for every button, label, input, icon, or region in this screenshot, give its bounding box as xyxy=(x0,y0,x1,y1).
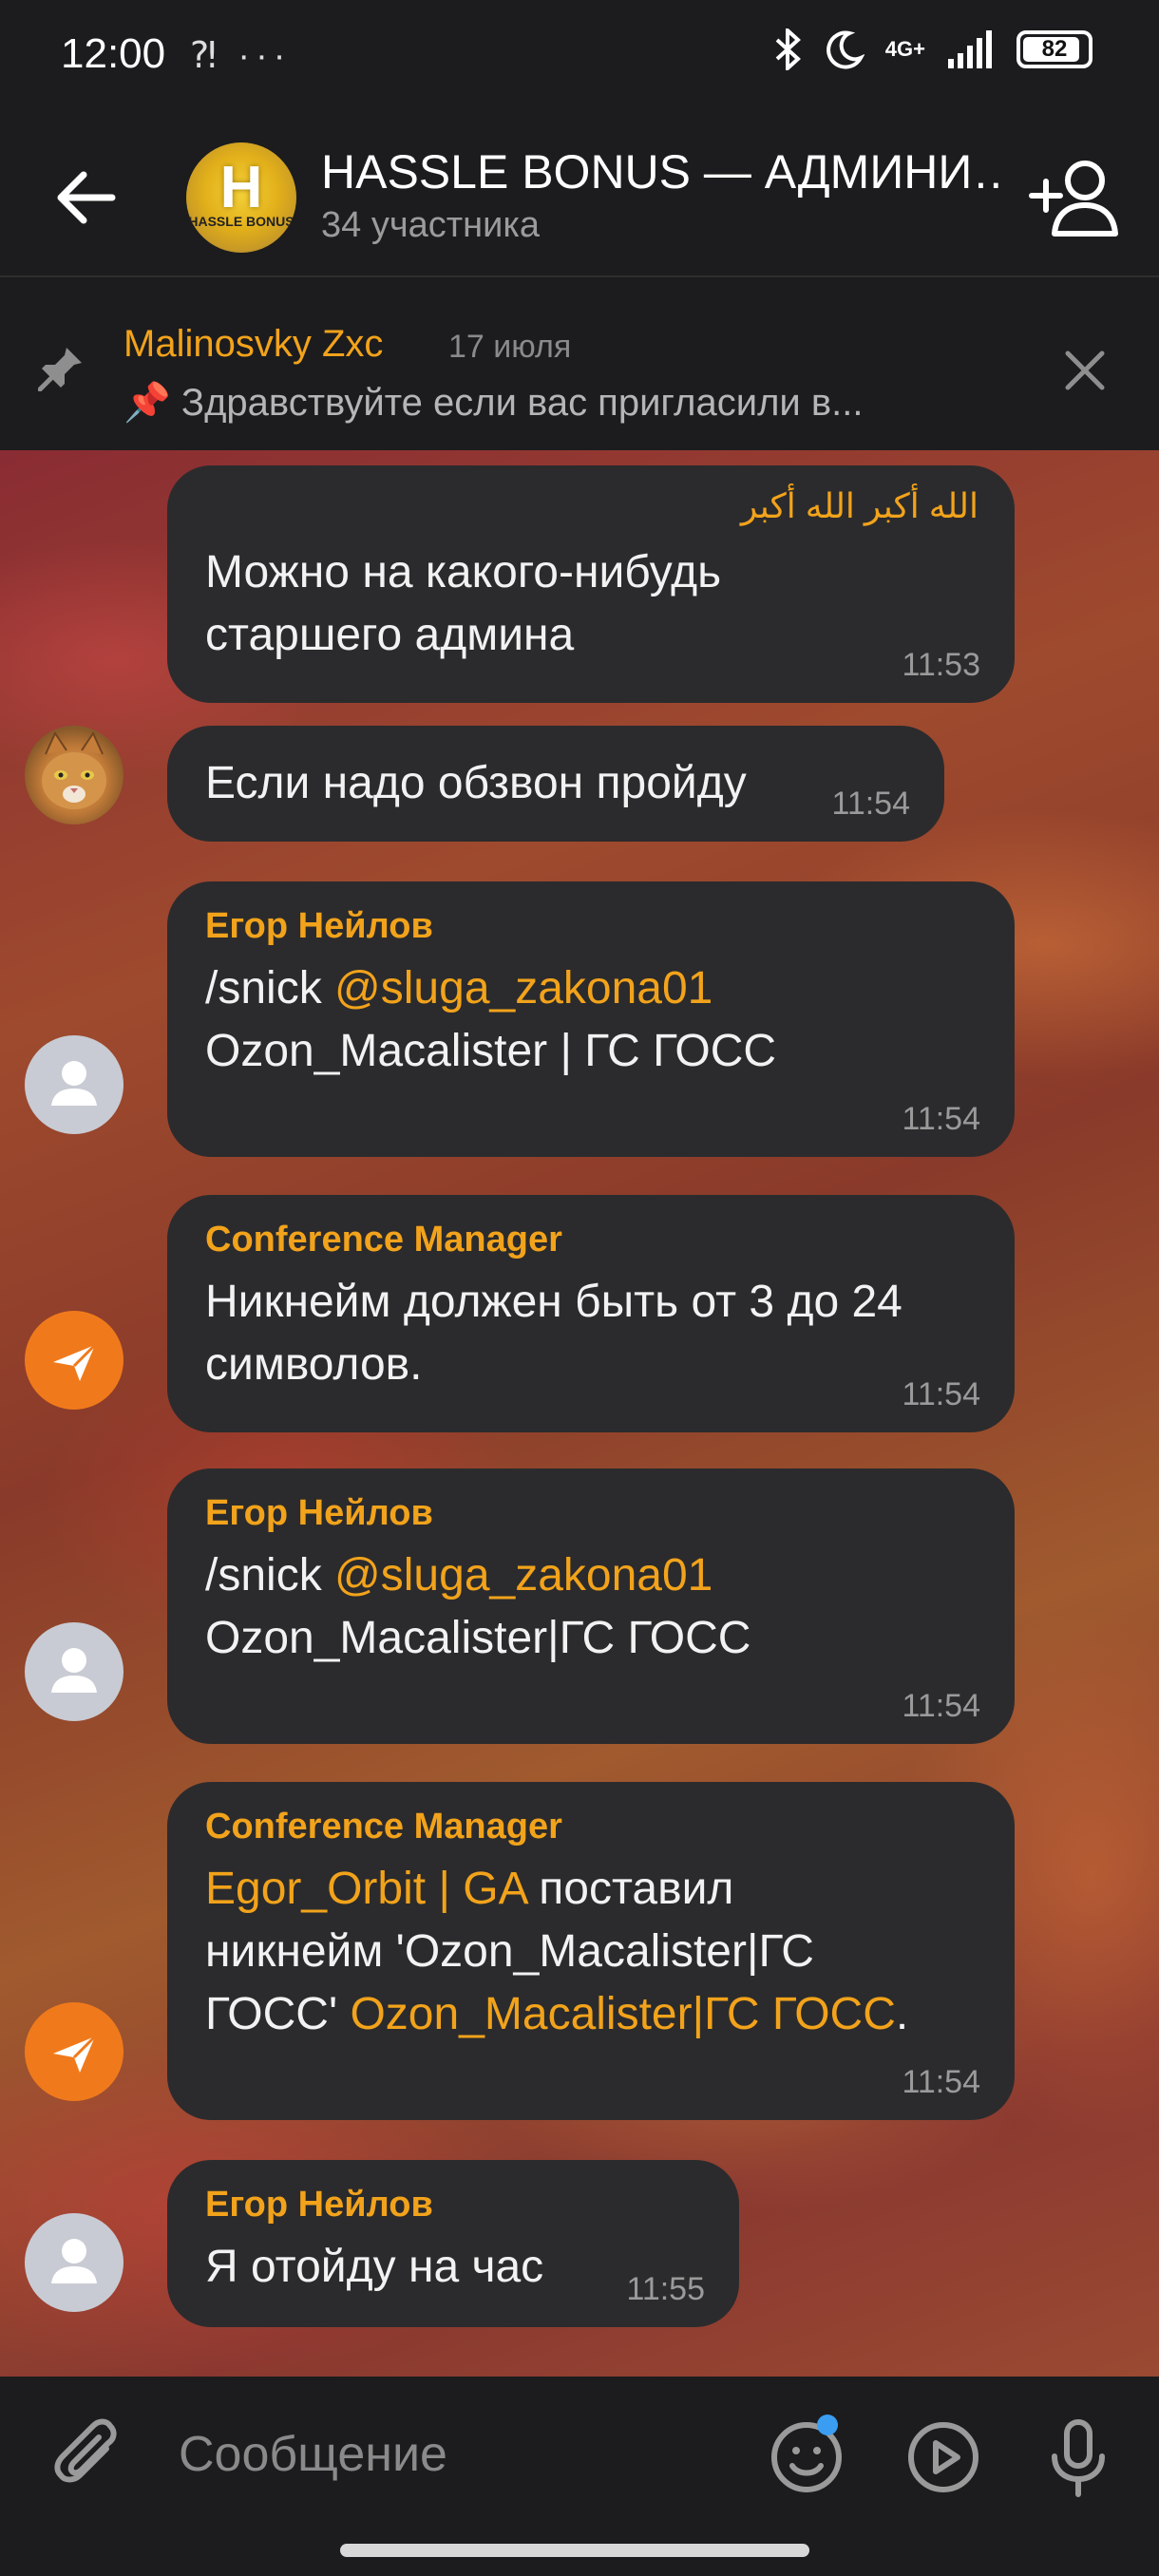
pinned-message-bar[interactable]: Malinosvky Zxc 17 июля 📌 Здравствуйте ес… xyxy=(0,275,1159,450)
moon-icon xyxy=(826,30,864,69)
microphone-icon[interactable] xyxy=(1036,2415,1121,2500)
message-bubble[interactable]: Егор Нейлов /snick @sluga_zakona01 Ozon_… xyxy=(167,1468,1015,1744)
message-line: Ozon_Macalister|ГС ГОСС xyxy=(205,1613,751,1663)
notification-dot xyxy=(817,2415,838,2435)
chat-header: H HASSLE BONUS HASSLE BONUS — АДМИНИ… 34… xyxy=(0,114,1159,275)
message-time: 11:54 xyxy=(902,1101,980,1137)
message-text: Никнейм должен быть от 3 до 24 символов. xyxy=(205,1271,902,1396)
bluetooth-icon xyxy=(775,28,801,70)
message-line: Можно на какого-нибудь xyxy=(205,547,722,597)
message-sender: الله أكبر الله أكبر xyxy=(740,486,978,525)
chat-title[interactable]: HASSLE BONUS — АДМИНИ… xyxy=(321,144,1005,199)
add-member-icon[interactable] xyxy=(1028,154,1119,239)
message-line: символов. xyxy=(205,1339,423,1390)
user-silhouette-icon xyxy=(51,2239,97,2283)
message-line: Никнейм должен быть от 3 до 24 xyxy=(205,1277,902,1327)
user-link[interactable]: Egor_Orbit | GA xyxy=(205,1864,526,1914)
paper-plane-icon xyxy=(53,1343,97,1381)
network-type: 4G+ xyxy=(884,37,925,61)
message-time: 11:53 xyxy=(902,647,980,683)
message-fragment: поставил xyxy=(525,1864,734,1914)
group-avatar[interactable]: H HASSLE BONUS xyxy=(186,142,296,253)
message-line: никнейм 'Ozon_Macalister|ГС xyxy=(205,1926,814,1977)
message-sender: Conference Manager xyxy=(205,1807,562,1847)
user-silhouette-icon xyxy=(51,1648,97,1693)
message-text: Если надо обзвон пройду xyxy=(205,758,747,808)
message-input[interactable]: Сообщение xyxy=(179,2426,447,2483)
user-silhouette-icon xyxy=(51,1061,97,1106)
group-avatar-letter: H xyxy=(219,155,263,220)
message-text: Я отойду на час xyxy=(205,2242,544,2292)
message-composer: Сообщение xyxy=(0,2377,1159,2576)
message-time: 11:54 xyxy=(902,1688,980,1724)
message-bubble[interactable]: الله أكبر الله أكبر Можно на какого-нибу… xyxy=(167,465,1015,703)
message-sender: Conference Manager xyxy=(205,1220,562,1260)
message-text: /snick @sluga_zakona01 Ozon_Macalister|Г… xyxy=(205,1544,750,1670)
battery-icon: 82 xyxy=(1016,30,1092,68)
mention-link[interactable]: @sluga_zakona01 xyxy=(334,1550,712,1601)
message-bubble[interactable]: Егор Нейлов /snick @sluga_zakona01 Ozon_… xyxy=(167,881,1015,1157)
member-count: 34 участника xyxy=(321,205,540,245)
status-right: 4G+ 82 xyxy=(773,28,1092,70)
avatar[interactable] xyxy=(25,1311,124,1410)
status-bar: 12:00 ⁈ ··· 4G+ 82 xyxy=(0,0,1159,114)
paper-plane-icon xyxy=(53,2035,97,2073)
message-time: 11:54 xyxy=(902,2064,980,2100)
close-icon[interactable] xyxy=(1058,344,1112,397)
message-text: Egor_Orbit | GA поставил никнейм 'Ozon_M… xyxy=(205,1858,908,2046)
signal-icon xyxy=(948,30,992,68)
message-time: 11:55 xyxy=(626,2271,705,2307)
pinned-text: 📌 Здравствуйте если вас пригласили в... xyxy=(124,382,864,424)
message-bubble[interactable]: Егор Нейлов Я отойду на час 11:55 xyxy=(167,2160,739,2327)
pinned-author: Malinosvky Zxc xyxy=(124,323,384,365)
message-line: Ozon_Macalister | ГС ГОСС xyxy=(205,1026,777,1076)
message-fragment: ГОСС' xyxy=(205,1989,351,2039)
message-time: 11:54 xyxy=(831,786,910,822)
message-bubble[interactable]: Conference Manager Никнейм должен быть о… xyxy=(167,1195,1015,1432)
command-text: /snick xyxy=(205,963,335,1013)
pinned-date: 17 июля xyxy=(448,329,572,365)
message-bubble[interactable]: Conference Manager Egor_Orbit | GA поста… xyxy=(167,1782,1015,2120)
group-avatar-text: HASSLE BONUS xyxy=(188,214,294,229)
attach-icon[interactable] xyxy=(48,2415,133,2500)
cat-avatar-icon xyxy=(42,730,106,809)
message-sender: Егор Нейлов xyxy=(205,1493,433,1533)
avatar[interactable] xyxy=(25,726,124,824)
home-indicator[interactable] xyxy=(340,2544,809,2557)
back-arrow-icon[interactable] xyxy=(49,160,125,236)
avatar[interactable] xyxy=(25,2002,124,2101)
message-time: 11:54 xyxy=(902,1376,980,1412)
avatar[interactable] xyxy=(25,2213,124,2312)
pin-icon xyxy=(38,348,82,391)
message-sender: Егор Нейлов xyxy=(205,2185,433,2225)
message-line: старшего админа xyxy=(205,610,575,660)
chat-messages[interactable]: الله أكبر الله أكبر Можно на какого-нибу… xyxy=(0,450,1159,2377)
notification-icons: ⁈ ··· xyxy=(190,36,292,76)
message-sender: Егор Нейлов xyxy=(205,906,433,946)
message-text: /snick @sluga_zakona01 Ozon_Macalister |… xyxy=(205,957,776,1083)
video-message-icon[interactable] xyxy=(901,2415,986,2500)
message-text: Можно на какого-нибудь старшего админа xyxy=(205,541,721,667)
status-time: 12:00 xyxy=(61,30,166,77)
message-fragment: . xyxy=(895,1989,909,2039)
battery-level: 82 xyxy=(1041,36,1068,62)
mention-link[interactable]: @sluga_zakona01 xyxy=(334,963,712,1013)
command-text: /snick xyxy=(205,1550,335,1601)
avatar[interactable] xyxy=(25,1622,124,1721)
avatar[interactable] xyxy=(25,1035,124,1134)
message-bubble[interactable]: Если надо обзвон пройду 11:54 xyxy=(167,726,944,842)
nickname-link[interactable]: Ozon_Macalister|ГС ГОСС xyxy=(350,1989,895,2039)
